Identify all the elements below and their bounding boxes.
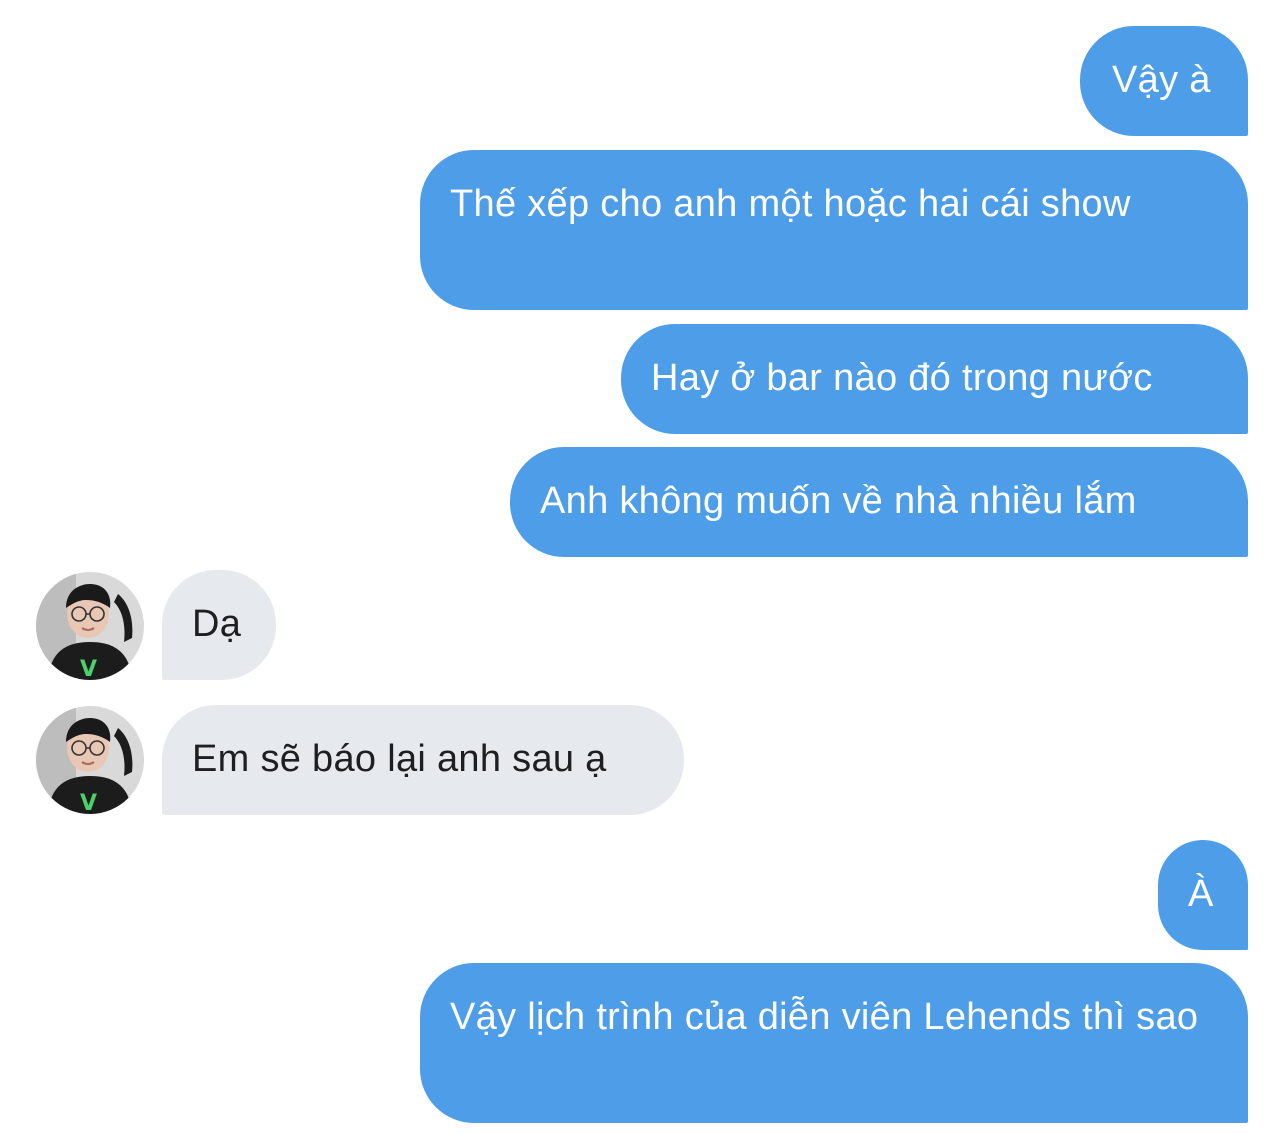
contact-avatar[interactable]: V — [36, 572, 144, 680]
incoming-message-bubble[interactable]: Em sẽ báo lại anh sau ạ — [162, 705, 684, 815]
person-photo-icon: V — [36, 706, 144, 814]
message-text: Hay ở bar nào đó trong nước — [651, 357, 1153, 399]
message-text: Anh không muốn về nhà nhiều lắm — [540, 480, 1137, 522]
outgoing-message-bubble[interactable]: Anh không muốn về nhà nhiều lắm — [510, 447, 1248, 557]
message-text: Em sẽ báo lại anh sau ạ — [192, 738, 607, 780]
message-text: Dạ — [192, 603, 242, 645]
person-photo-icon: V — [36, 572, 144, 680]
svg-text:V: V — [80, 657, 97, 680]
outgoing-message-bubble[interactable]: Vậy lịch trình của diễn viên Lehends thì… — [420, 963, 1248, 1123]
contact-avatar[interactable]: V — [36, 706, 144, 814]
message-text: Thế xếp cho anh một hoặc hai cái show — [450, 183, 1131, 225]
message-text: Vậy lịch trình của diễn viên Lehends thì… — [450, 996, 1199, 1038]
svg-text:V: V — [80, 791, 97, 814]
chat-thread: Vậy à Thế xếp cho anh một hoặc hai cái s… — [0, 0, 1284, 1133]
incoming-message-bubble[interactable]: Dạ — [162, 570, 276, 680]
outgoing-message-bubble[interactable]: À — [1158, 840, 1248, 950]
outgoing-message-bubble[interactable]: Thế xếp cho anh một hoặc hai cái show — [420, 150, 1248, 310]
outgoing-message-bubble[interactable]: Vậy à — [1080, 26, 1248, 136]
outgoing-message-bubble[interactable]: Hay ở bar nào đó trong nước — [621, 324, 1248, 434]
message-text: Vậy à — [1112, 59, 1211, 101]
message-text: À — [1188, 873, 1214, 915]
